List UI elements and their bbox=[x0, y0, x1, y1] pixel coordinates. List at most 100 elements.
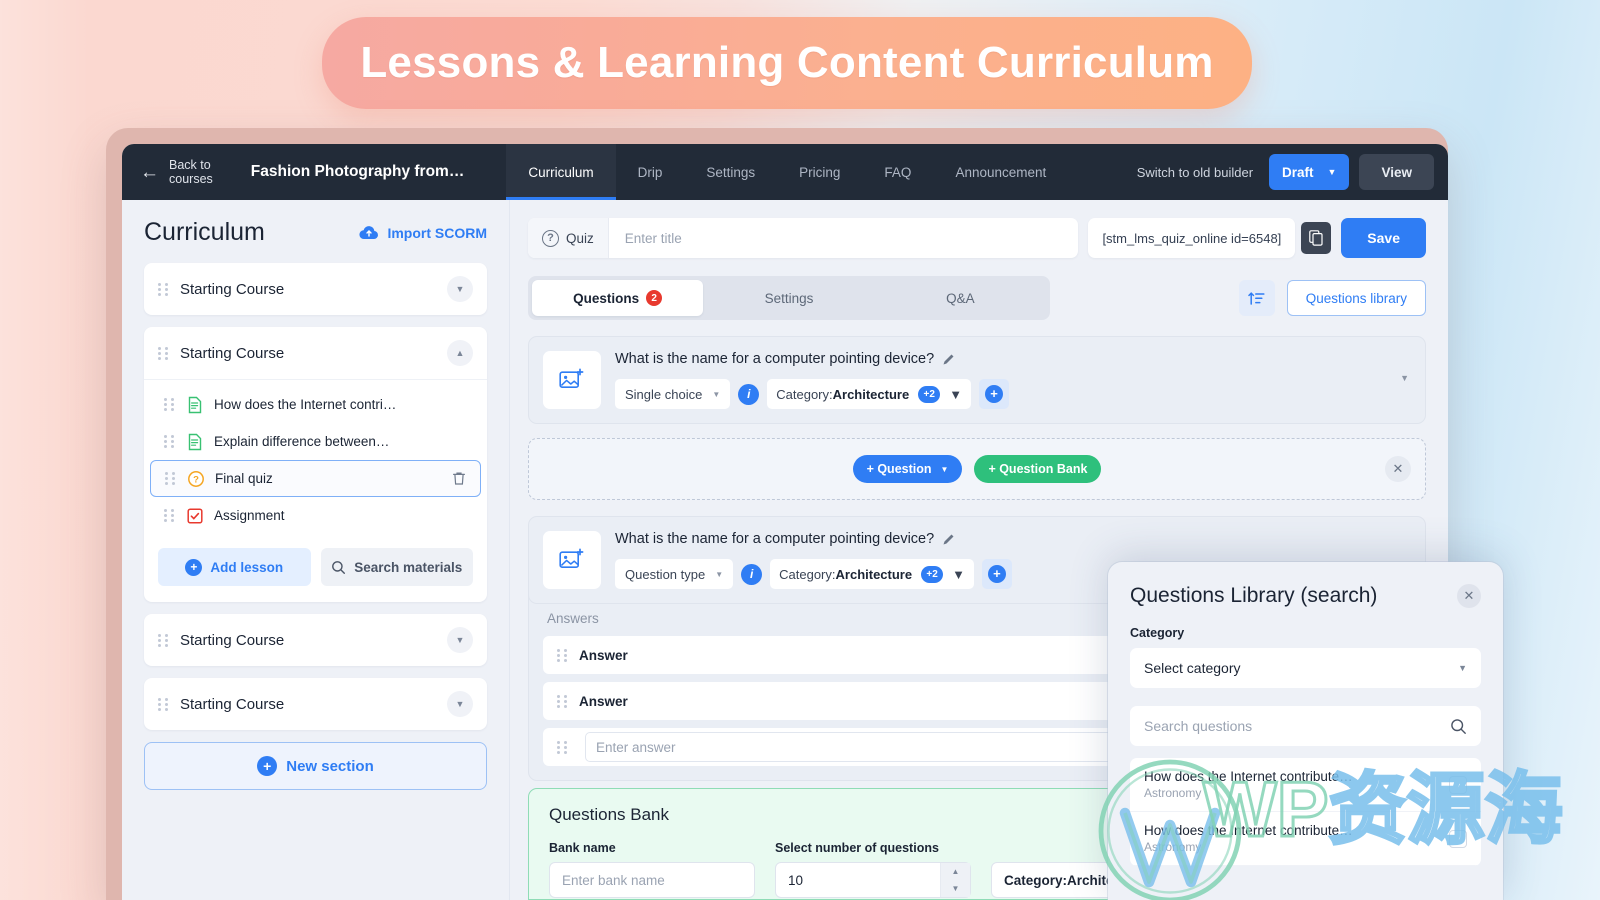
chevron-up-icon[interactable]: ▲ bbox=[447, 340, 473, 366]
drag-handle-icon[interactable] bbox=[165, 472, 175, 486]
section-header[interactable]: Starting Course ▲ bbox=[144, 327, 487, 379]
question-text: What is the name for a computer pointing… bbox=[615, 351, 935, 367]
close-icon[interactable]: ✕ bbox=[1457, 584, 1481, 608]
drag-handle-icon[interactable] bbox=[164, 509, 174, 523]
list-item[interactable]: How does the Internet contri… bbox=[150, 386, 481, 423]
info-icon[interactable]: i bbox=[741, 563, 763, 585]
checkbox[interactable] bbox=[1449, 829, 1467, 848]
question-thumbnail[interactable] bbox=[543, 531, 601, 589]
category-select[interactable]: Category:Architecture +2 ▼ bbox=[767, 379, 972, 409]
add-question-button[interactable]: + Question ▼ bbox=[852, 455, 963, 483]
drag-handle-icon[interactable] bbox=[158, 697, 168, 711]
question-thumbnail[interactable] bbox=[543, 351, 601, 409]
page-banner: Lessons & Learning Content Curriculum bbox=[322, 17, 1252, 109]
section-card: Starting Course ▼ bbox=[144, 263, 487, 315]
search-input[interactable] bbox=[1144, 718, 1440, 734]
category-extra-badge: +2 bbox=[921, 565, 944, 583]
drag-handle-icon[interactable] bbox=[164, 398, 174, 412]
pencil-icon[interactable] bbox=[942, 533, 955, 546]
tab-questions[interactable]: Questions 2 bbox=[532, 280, 704, 316]
import-scorm-button[interactable]: Import SCORM bbox=[359, 225, 487, 241]
trash-icon[interactable] bbox=[452, 471, 466, 486]
close-icon[interactable]: ✕ bbox=[1385, 456, 1411, 482]
number-value: 10 bbox=[788, 872, 804, 888]
tab-pricing[interactable]: Pricing bbox=[777, 144, 862, 200]
category-text: Category:Architecture bbox=[779, 567, 912, 582]
drag-handle-icon[interactable] bbox=[557, 648, 567, 662]
drag-handle-icon[interactable] bbox=[557, 740, 567, 754]
list-item[interactable]: Explain difference between… bbox=[150, 423, 481, 460]
add-question-bank-button[interactable]: + Question Bank bbox=[974, 455, 1102, 483]
search-questions-field bbox=[1130, 706, 1481, 746]
pencil-icon[interactable] bbox=[942, 353, 955, 366]
category-value: Architecture bbox=[832, 386, 910, 402]
tab-curriculum[interactable]: Curriculum bbox=[506, 144, 616, 200]
tab-settings[interactable]: Settings bbox=[703, 280, 874, 316]
tab-faq[interactable]: FAQ bbox=[862, 144, 933, 200]
question-controls: Single choice ▼ i Category:Architecture … bbox=[615, 379, 1411, 409]
question-card: What is the name for a computer pointing… bbox=[528, 336, 1426, 424]
quantity-stepper[interactable]: 10 ▲ ▼ bbox=[775, 862, 971, 898]
answer-text: Answer bbox=[579, 693, 628, 709]
back-to-courses-button[interactable]: ← Back to courses bbox=[122, 144, 233, 200]
modal-header: Questions Library (search) ✕ bbox=[1130, 584, 1481, 608]
section-header[interactable]: Starting Course ▼ bbox=[144, 678, 487, 730]
category-select[interactable]: Select category ▼ bbox=[1130, 648, 1481, 688]
category-placeholder: Select category bbox=[1144, 660, 1241, 676]
question-type-select[interactable]: Single choice ▼ bbox=[615, 379, 731, 409]
new-section-label: New section bbox=[286, 757, 374, 775]
section-header[interactable]: Starting Course ▼ bbox=[144, 263, 487, 315]
bank-name-input[interactable] bbox=[549, 862, 755, 898]
add-category-button[interactable]: + bbox=[979, 379, 1010, 409]
stepper-down-icon[interactable]: ▼ bbox=[940, 880, 970, 897]
tab-qa[interactable]: Q&A bbox=[875, 280, 1046, 316]
category-extra-badge: +2 bbox=[918, 385, 941, 403]
copy-icon bbox=[1309, 230, 1323, 246]
sort-questions-button[interactable] bbox=[1238, 280, 1275, 316]
plus-icon: + bbox=[257, 756, 278, 776]
save-button[interactable]: Save bbox=[1341, 218, 1426, 258]
search-icon[interactable] bbox=[1450, 718, 1467, 735]
category-text: Category:Architecture bbox=[776, 387, 909, 402]
drag-handle-icon[interactable] bbox=[158, 346, 168, 360]
question-title: How does the Internet contribute… bbox=[1144, 769, 1353, 784]
category-select[interactable]: Category:Architecture +2 ▼ bbox=[770, 559, 974, 589]
info-icon[interactable]: i bbox=[738, 383, 760, 405]
quiz-title-input[interactable] bbox=[608, 230, 1079, 246]
drag-handle-icon[interactable] bbox=[158, 282, 168, 296]
list-item[interactable]: How does the Internet contribute… Astron… bbox=[1130, 812, 1481, 866]
view-button[interactable]: View bbox=[1359, 154, 1434, 190]
drag-handle-icon[interactable] bbox=[158, 633, 168, 647]
tab-settings[interactable]: Settings bbox=[684, 144, 777, 200]
section-lessons: How does the Internet contri… Explain di… bbox=[144, 379, 487, 602]
checkbox[interactable] bbox=[1449, 775, 1467, 794]
draft-status-button[interactable]: Draft ▼ bbox=[1269, 154, 1350, 190]
category-label: Category bbox=[1130, 626, 1185, 640]
back-label-line2: courses bbox=[169, 172, 213, 186]
list-item[interactable]: How does the Internet contribute… Astron… bbox=[1130, 758, 1481, 812]
add-category-button[interactable]: + bbox=[981, 559, 1012, 589]
section-header[interactable]: Starting Course ▼ bbox=[144, 614, 487, 666]
chevron-down-icon[interactable]: ▼ bbox=[447, 276, 473, 302]
add-lesson-button[interactable]: + Add lesson bbox=[158, 548, 311, 586]
switch-to-old-builder-link[interactable]: Switch to old builder bbox=[1137, 165, 1253, 180]
drag-handle-icon[interactable] bbox=[557, 694, 567, 708]
chevron-down-icon[interactable]: ▼ bbox=[447, 691, 473, 717]
question-type-select[interactable]: Question type ▼ bbox=[615, 559, 734, 589]
nav-tab-list: Curriculum Drip Settings Pricing FAQ Ann… bbox=[506, 144, 1068, 200]
tab-announcement[interactable]: Announcement bbox=[933, 144, 1068, 200]
plus-icon: + bbox=[987, 565, 1006, 583]
chevron-down-icon[interactable]: ▼ bbox=[1400, 373, 1409, 383]
questions-library-button[interactable]: Questions library bbox=[1286, 280, 1426, 316]
copy-shortcode-button[interactable] bbox=[1301, 222, 1332, 254]
drag-handle-icon[interactable] bbox=[164, 435, 174, 449]
list-item-content: How does the Internet contribute… Astron… bbox=[1144, 769, 1449, 800]
new-section-button[interactable]: + New section bbox=[144, 742, 487, 790]
chevron-down-icon: ▼ bbox=[940, 464, 949, 474]
chevron-down-icon[interactable]: ▼ bbox=[447, 627, 473, 653]
search-materials-button[interactable]: Search materials bbox=[320, 548, 473, 586]
stepper-up-icon[interactable]: ▲ bbox=[940, 863, 970, 880]
list-item-selected[interactable]: ? Final quiz bbox=[150, 460, 481, 497]
tab-drip[interactable]: Drip bbox=[616, 144, 685, 200]
list-item[interactable]: Assignment bbox=[150, 497, 481, 534]
